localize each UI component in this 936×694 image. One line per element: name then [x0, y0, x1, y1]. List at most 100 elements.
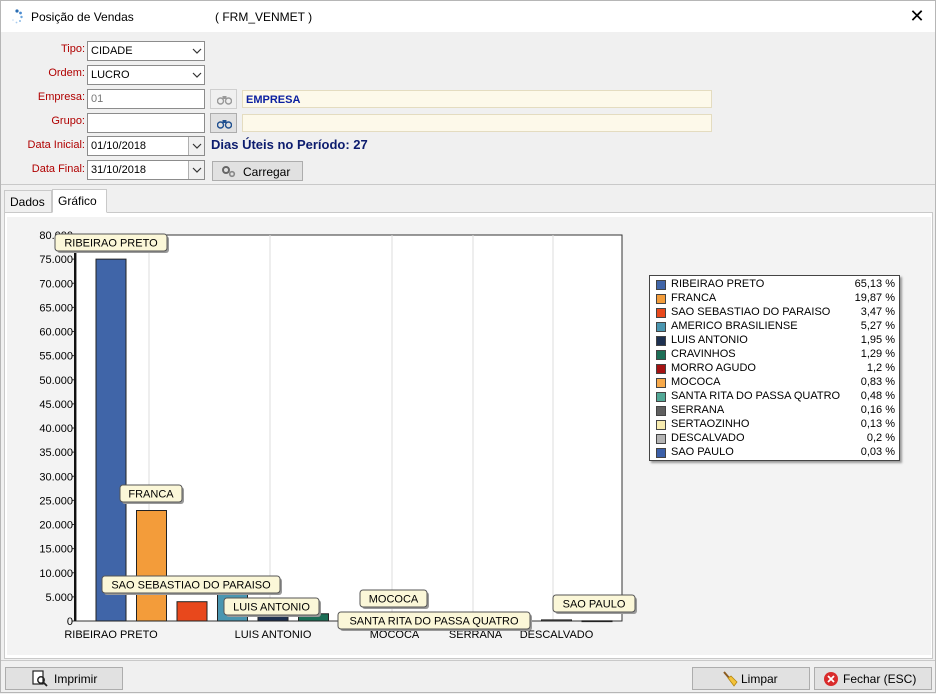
- data-inicial-dropdown[interactable]: [188, 137, 204, 155]
- empresa-value: 01: [91, 93, 104, 105]
- tab-dados[interactable]: Dados: [4, 190, 52, 213]
- legend-swatch: [656, 420, 666, 430]
- legend-label: SERRANA: [671, 404, 725, 416]
- legend-item: SERRANA 0,16 %: [654, 404, 897, 418]
- chevron-down-icon: [192, 143, 202, 149]
- legend-swatch: [656, 448, 666, 458]
- data-final-value: 31/10/2018: [91, 164, 147, 176]
- ordem-label: Ordem:: [48, 67, 85, 79]
- legend-percentage: 5,27 %: [860, 320, 895, 332]
- data-final-label: Data Final:: [31, 163, 85, 175]
- carregar-button[interactable]: Carregar: [212, 161, 303, 181]
- empresa-name: EMPRESA: [246, 94, 301, 106]
- legend-label: FRANCA: [671, 292, 717, 304]
- legend-swatch: [656, 406, 666, 416]
- legend-label: AMERICO BRASILIENSE: [671, 320, 798, 332]
- data-inicial-label: Data Inicial:: [27, 139, 85, 151]
- print-preview-icon: [32, 670, 48, 687]
- legend-swatch: [656, 378, 666, 388]
- legend-label: CRAVINHOS: [671, 348, 736, 360]
- legend-item: SAO PAULO 0,03 %: [654, 446, 897, 460]
- legend-percentage: 0,83 %: [860, 376, 895, 388]
- legend-label: LUIS ANTONIO: [671, 334, 748, 346]
- legend-percentage: 0,13 %: [860, 418, 895, 430]
- empresa-name-display: EMPRESA: [242, 90, 712, 108]
- legend-item: AMERICO BRASILIENSE 5,27 %: [654, 320, 897, 334]
- legend-item: CRAVINHOS 1,29 %: [654, 348, 897, 362]
- data-inicial-value: 01/10/2018: [91, 140, 147, 152]
- tab-dados-label: Dados: [10, 195, 45, 209]
- close-circle-icon: [824, 672, 838, 686]
- legend-swatch: [656, 294, 666, 304]
- legend-swatch: [656, 336, 666, 346]
- legend-label: MOCOCA: [671, 376, 721, 388]
- imprimir-button[interactable]: Imprimir: [5, 667, 123, 690]
- legend-label: SANTA RITA DO PASSA QUATRO: [671, 390, 841, 402]
- chevron-down-icon: [192, 48, 202, 54]
- chart-legend: RIBEIRAO PRETO 65,13 % FRANCA 19,87 % SAO SE…: [649, 275, 900, 461]
- legend-percentage: 65,13 %: [854, 278, 895, 290]
- legend-item: SERTAOZINHO 0,13 %: [654, 418, 897, 432]
- binoculars-icon: [217, 96, 232, 105]
- legend-label: DESCALVADO: [671, 432, 745, 444]
- binoculars-icon: [217, 120, 232, 129]
- ordem-value: LUCRO: [91, 69, 130, 81]
- legend-item: DESCALVADO 0,2 %: [654, 432, 897, 446]
- divider: [1, 184, 935, 185]
- legend-percentage: 0,03 %: [860, 446, 895, 458]
- data-final-input[interactable]: 31/10/2018: [87, 160, 205, 180]
- app-window: Posição de Vendas ( FRM_VENMET ) ✕ Tipo:…: [0, 0, 936, 693]
- legend-swatch: [656, 280, 666, 290]
- legend-percentage: 3,47 %: [860, 306, 895, 318]
- divider: [1, 660, 935, 661]
- empresa-search-button[interactable]: [210, 89, 237, 109]
- legend-percentage: 0,16 %: [860, 404, 895, 416]
- title-bar: Posição de Vendas ( FRM_VENMET ) ✕: [1, 1, 935, 32]
- grupo-input[interactable]: [87, 113, 205, 133]
- legend-percentage: 1,2 %: [866, 362, 895, 374]
- legend-swatch: [656, 364, 666, 374]
- tipo-value: CIDADE: [91, 45, 133, 57]
- chevron-down-icon: [192, 167, 202, 173]
- legend-swatch: [656, 434, 666, 444]
- legend-item: FRANCA 19,87 %: [654, 292, 897, 306]
- legend-item: SAO SEBASTIAO DO PARAISO 3,47 %: [654, 306, 897, 320]
- data-inicial-input[interactable]: 01/10/2018: [87, 136, 205, 156]
- fechar-button[interactable]: Fechar (ESC): [814, 667, 932, 690]
- legend-item: RIBEIRAO PRETO 65,13 %: [654, 278, 897, 292]
- fechar-label: Fechar (ESC): [843, 672, 917, 686]
- ordem-select[interactable]: LUCRO: [87, 65, 205, 85]
- grupo-label: Grupo:: [51, 115, 85, 127]
- tab-grafico-label: Gráfico: [58, 194, 97, 208]
- grupo-name-display: [242, 114, 712, 132]
- imprimir-label: Imprimir: [54, 672, 98, 686]
- legend-swatch: [656, 322, 666, 332]
- legend-percentage: 1,95 %: [860, 334, 895, 346]
- grupo-search-button[interactable]: [210, 113, 237, 133]
- tipo-label: Tipo:: [60, 43, 85, 55]
- tipo-select[interactable]: CIDADE: [87, 41, 205, 61]
- empresa-label: Empresa:: [37, 91, 85, 103]
- close-window-button[interactable]: ✕: [907, 6, 927, 26]
- data-final-dropdown[interactable]: [188, 161, 204, 179]
- legend-percentage: 19,87 %: [854, 292, 895, 304]
- legend-item: LUIS ANTONIO 1,95 %: [654, 334, 897, 348]
- dias-uteis-text: Dias Úteis no Período: 27: [211, 137, 368, 152]
- limpar-button[interactable]: Limpar: [692, 667, 810, 690]
- carregar-label: Carregar: [243, 165, 291, 179]
- legend-item: MORRO AGUDO 1,2 %: [654, 362, 897, 376]
- legend-percentage: 1,29 %: [860, 348, 895, 360]
- empresa-input[interactable]: 01: [87, 89, 205, 109]
- legend-percentage: 0,2 %: [866, 432, 895, 444]
- gears-icon: [222, 166, 236, 178]
- app-loading-icon: [12, 9, 23, 24]
- legend-label: MORRO AGUDO: [671, 362, 756, 374]
- broom-icon: [723, 671, 738, 687]
- chevron-down-icon: [192, 72, 202, 78]
- tab-grafico[interactable]: Gráfico: [52, 189, 107, 213]
- legend-swatch: [656, 308, 666, 318]
- legend-item: MOCOCA 0,83 %: [654, 376, 897, 390]
- legend-item: SANTA RITA DO PASSA QUATRO 0,48 %: [654, 390, 897, 404]
- legend-swatch: [656, 350, 666, 360]
- legend-percentage: 0,48 %: [860, 390, 895, 402]
